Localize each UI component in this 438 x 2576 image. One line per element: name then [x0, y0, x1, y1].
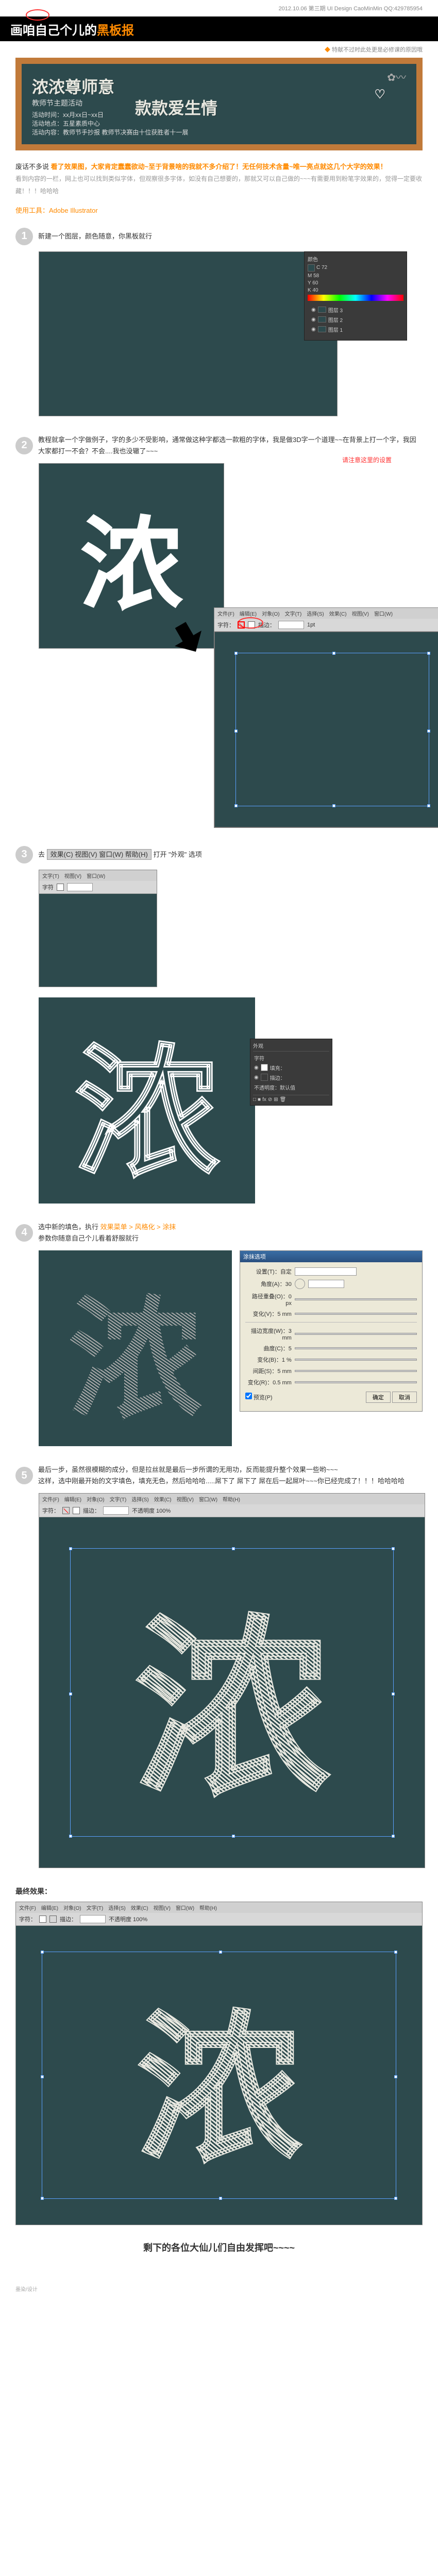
canvas-step2b[interactable]	[214, 632, 438, 827]
ok-button[interactable]: 确定	[366, 1392, 391, 1403]
dialog-title: 涂抹选项	[240, 1251, 422, 1262]
footer: 墨染/设计	[0, 2280, 438, 2298]
step-number: 1	[15, 228, 33, 245]
toolbar[interactable]: 字符： 描边： 不透明度 100%	[16, 1913, 422, 1926]
toolbar[interactable]: 字符	[39, 881, 157, 894]
canvas[interactable]	[39, 894, 157, 987]
step-3: 3 去 效果(C) 视图(V) 窗口(W) 帮助(H) 打开 "外观" 选项 文…	[15, 846, 423, 1204]
eye-icon[interactable]: ◉	[254, 1075, 259, 1080]
sample-char: 浓	[80, 481, 183, 631]
eye-icon[interactable]: ◉	[254, 1065, 259, 1071]
menubar[interactable]: 文件(F) 编辑(E) 对象(O) 文字(T) 选择(S) 效果(C) 视图(V…	[16, 1902, 422, 1913]
step-5: 5 最后一步，虽然很模糊的成分，但是拉丝就是最后一步所谓的无用功，反而能提升整个…	[15, 1464, 423, 1868]
stroke-input[interactable]	[278, 621, 304, 629]
heart-icon: ♡	[374, 87, 385, 102]
canvas-step3-char: 浓 外观 字符 ◉填充： ◉描边： 不透明度：默认值 □ ■ fx ⊘ ⊞ 🗑	[39, 997, 255, 1204]
selection-box[interactable]	[235, 653, 429, 806]
step-number: 4	[15, 1224, 33, 1242]
step-number: 2	[15, 437, 33, 454]
menu-hint: 效果(C) 视图(V) 窗口(W) 帮助(H)	[47, 849, 151, 860]
step-4: 4 选中新的填色，执行 效果菜单 > 风格化 > 涂抹 参数你随意自己个儿看着舒…	[15, 1222, 423, 1446]
input[interactable]	[67, 883, 93, 891]
step-text: 去 效果(C) 视图(V) 窗口(W) 帮助(H) 打开 "外观" 选项	[38, 849, 202, 860]
menubar[interactable]: 文件(F) 编辑(E) 对象(O) 文字(T) 选择(S) 效果(C) 视图(V…	[39, 1494, 425, 1504]
slider[interactable]	[295, 1298, 417, 1300]
add-fill-icon[interactable]: ■	[258, 1097, 261, 1103]
canvas-step1	[39, 251, 338, 416]
clear-icon[interactable]: ⊘	[268, 1097, 272, 1103]
step-number: 3	[15, 846, 33, 863]
gradient-bar[interactable]	[308, 295, 403, 301]
slider[interactable]	[295, 1313, 417, 1315]
highlight-circle	[26, 9, 49, 21]
eye-icon[interactable]: ◉	[311, 327, 316, 332]
final-label: 最终效果：	[15, 1886, 423, 1896]
step-text: 最后一步，虽然很模糊的成分，但是拉丝就是最后一步所谓的无用功，反而能提升整个效果…	[38, 1464, 405, 1487]
step-2: 2 教程就拿一个字做例子，字的多少不受影响，通常做这种字都选一款粗的字体，我是做…	[15, 434, 423, 828]
stroke-input[interactable]	[80, 1915, 106, 1923]
preview-checkbox[interactable]: 预览(P)	[245, 1393, 273, 1401]
toolbar[interactable]: 字符： 描边： 不透明度 100%	[39, 1504, 425, 1517]
bb-subtitle: 教师节主题活动 活动时间：xx月xx日~xx日 活动地点：五星素质中心 活动内容…	[32, 98, 188, 137]
canvas-step2a: 浓	[39, 463, 224, 649]
fx-icon[interactable]: fx	[262, 1097, 266, 1103]
trash-icon[interactable]: 🗑	[280, 1097, 287, 1103]
blackboard-preview: ✿〰 浓浓尊师意 款款爱生情 ♡ 教师节主题活动 活动时间：xx月xx日~xx日…	[15, 58, 423, 150]
cancel-button[interactable]: 取消	[392, 1392, 417, 1403]
appearance-panel[interactable]: 外观 字符 ◉填充： ◉描边： 不透明度：默认值 □ ■ fx ⊘ ⊞ 🗑	[250, 1039, 332, 1106]
eye-icon[interactable]: ◉	[311, 317, 316, 323]
step-number: 5	[15, 1467, 33, 1484]
step-text: 教程就拿一个字做例子，字的多少不受影响，通常做这种字都选一款粗的字体，我是做3D…	[38, 434, 423, 457]
canvas-step5[interactable]: 浓	[39, 1517, 425, 1868]
slider[interactable]	[295, 1347, 417, 1349]
step-text: 新建一个图层，颜色随意，你黑板就行	[38, 231, 152, 242]
step-1: 1 新建一个图层，颜色随意，你黑板就行 颜色 C 72 M 58 Y 60 K …	[15, 228, 423, 416]
ai-window-step3a: 文字(T) 视图(V) 窗口(W) 字符	[39, 870, 157, 987]
menubar[interactable]: 文字(T) 视图(V) 窗口(W)	[39, 870, 157, 881]
ai-window-final: 文件(F) 编辑(E) 对象(O) 文字(T) 选择(S) 效果(C) 视图(V…	[15, 1902, 423, 2225]
slider[interactable]	[295, 1333, 417, 1335]
selection-box[interactable]	[42, 1952, 396, 2199]
ai-window-step2: 文件(F) 编辑(E) 对象(O) 文字(T) 选择(S) 效果(C) 视图(V…	[214, 607, 438, 828]
header-title-white: 画咱自己个儿的	[10, 20, 97, 38]
eye-icon[interactable]: ◉	[311, 307, 316, 313]
add-stroke-icon[interactable]: □	[253, 1097, 256, 1103]
preset-select[interactable]	[295, 1267, 357, 1276]
canvas-final[interactable]: 浓	[16, 1926, 422, 2225]
duplicate-icon[interactable]: ⊞	[274, 1097, 278, 1103]
slider[interactable]	[295, 1381, 417, 1383]
canvas-step4: 浓	[39, 1250, 232, 1446]
color-panel[interactable]: 颜色 C 72 M 58 Y 60 K 40 ◉图层 3 ◉图层 2 ◉图层 1	[304, 251, 407, 341]
callout-text: 请注意这里的设置	[342, 455, 392, 464]
outline-char: 浓	[75, 996, 219, 1205]
stroke-input[interactable]	[103, 1506, 129, 1515]
intro-paragraph: 废话不多说 看了效果图，大家肯定蠢蠢欲动~至于背景啥的我就不多介绍了！无任何技术…	[15, 161, 423, 197]
selection-box[interactable]	[70, 1548, 394, 1837]
outro-text: 剩下的各位大仙儿们自由发挥吧~~~~	[15, 2241, 423, 2254]
slider[interactable]	[295, 1359, 417, 1361]
ai-window-step5: 文件(F) 编辑(E) 对象(O) 文字(T) 选择(S) 效果(C) 视图(V…	[39, 1493, 425, 1868]
layers-panel[interactable]: ◉图层 3 ◉图层 2 ◉图层 1	[308, 302, 403, 337]
page-header: 画咱自己个儿的 黑板报	[0, 16, 438, 41]
deco-flourish-icon: ✿〰	[387, 69, 406, 84]
slider[interactable]	[295, 1370, 417, 1372]
header-title-orange: 黑板报	[97, 20, 134, 38]
tool-label: 使用工具：Adobe Illustrator	[15, 205, 423, 215]
toolbar[interactable]: 字符： 描边： 1pt	[214, 619, 438, 632]
meta-bar: 2012.10.06 第三期 UI Design CaoMinMin QQ:42…	[0, 0, 438, 16]
bb-line1: 浓浓尊师意	[32, 74, 406, 98]
angle-input[interactable]	[308, 1280, 344, 1288]
scribble-dialog[interactable]: 涂抹选项 设置(T)：自定 角度(A)：30 路径重叠(O)：0 px 变化(V…	[240, 1250, 423, 1412]
scribble-char: 浓	[68, 1251, 202, 1445]
tagline: ◆ 特献不过时此处更是必修课的原因哦	[0, 41, 438, 58]
step-text: 选中新的填色，执行 效果菜单 > 风格化 > 涂抹 参数你随意自己个儿看着舒服就…	[38, 1222, 176, 1244]
